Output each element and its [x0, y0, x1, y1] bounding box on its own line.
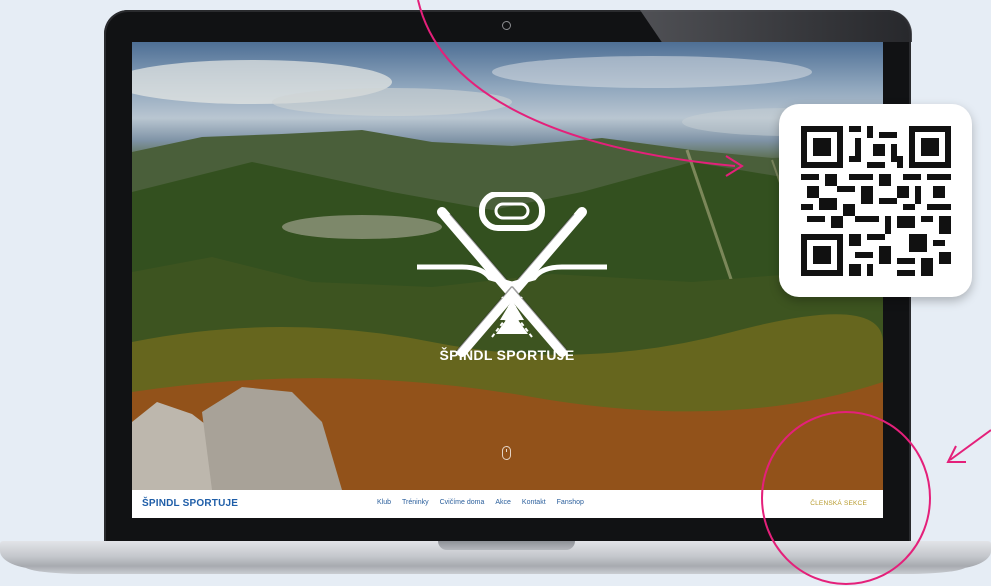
qr-code-card[interactable] — [779, 104, 972, 297]
arrowhead-members — [946, 445, 966, 463]
nav-item-akce[interactable]: Akce — [495, 499, 511, 506]
qr-code-icon — [801, 126, 951, 276]
hero-title: ŠPINDL SPORTUJE — [439, 347, 575, 363]
website-navbar: ŠPINDL SPORTUJE Klub Tréninky Cvičíme do… — [132, 490, 883, 518]
lid-glare — [640, 10, 912, 42]
nav-brand-link[interactable]: ŠPINDL SPORTUJE — [142, 498, 238, 509]
nav-menu: Klub Tréninky Cvičíme doma Akce Kontakt … — [377, 499, 584, 506]
laptop-notch — [438, 541, 575, 550]
webcam-icon — [502, 21, 511, 30]
nav-item-treninky[interactable]: Tréninky — [402, 499, 429, 506]
laptop-foot — [24, 566, 967, 574]
arrow-to-members-circle — [949, 429, 991, 461]
nav-item-cvicime-doma[interactable]: Cvičíme doma — [440, 499, 485, 506]
scroll-mouse-icon[interactable] — [502, 446, 511, 460]
nav-item-kontakt[interactable]: Kontakt — [522, 499, 546, 506]
website-hero: ŠPINDL SPORTUJE — [132, 42, 883, 490]
nav-item-fanshop[interactable]: Fanshop — [557, 499, 584, 506]
members-section-link[interactable]: ČLENSKÁ SEKCE — [810, 500, 867, 507]
nav-item-klub[interactable]: Klub — [377, 499, 391, 506]
